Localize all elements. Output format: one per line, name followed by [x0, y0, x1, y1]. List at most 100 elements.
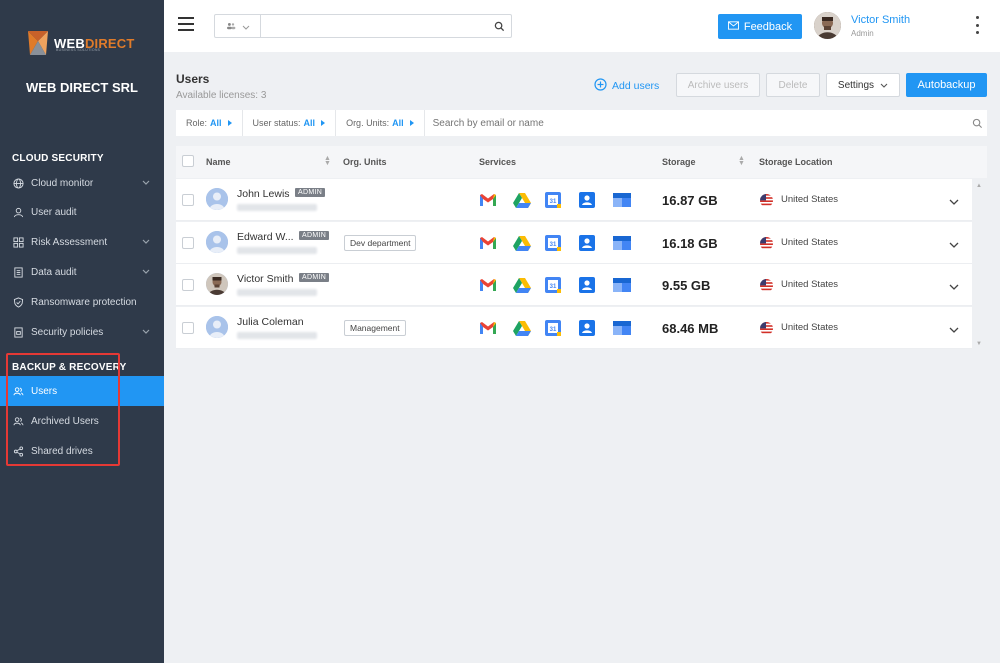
column-storage[interactable]: Storage: [662, 157, 696, 167]
archive-users-button[interactable]: Archive users: [676, 73, 760, 97]
feedback-label: Feedback: [743, 20, 793, 33]
status-filter-value: All: [303, 118, 316, 128]
highlight-box: [6, 353, 120, 466]
svg-text:31: 31: [550, 327, 557, 333]
settings-button[interactable]: Settings: [826, 73, 900, 97]
page-title: Users: [176, 72, 210, 86]
chevron-down-icon: [142, 267, 150, 278]
storage-location: United States: [781, 322, 839, 333]
sidebar-item-label: Risk Assessment: [31, 236, 108, 248]
expand-row-chevron-icon[interactable]: [949, 278, 959, 296]
svg-text:31: 31: [550, 199, 557, 205]
sidebar-item-label: User audit: [31, 206, 77, 218]
user-name[interactable]: John Lewis: [237, 188, 290, 200]
user-name[interactable]: Victor Smith: [237, 273, 293, 285]
policy-icon: [12, 326, 24, 338]
gmail-icon: [479, 235, 497, 251]
global-search-input[interactable]: [261, 15, 487, 37]
company-name: WEB DIRECT SRL: [26, 80, 138, 95]
hamburger-menu-icon[interactable]: [178, 17, 194, 31]
user-status-filter[interactable]: User status: All: [243, 110, 337, 136]
search-icon[interactable]: [487, 15, 511, 37]
drive-icon: [513, 192, 531, 208]
topbar: Feedback Victor Smith Admin: [164, 0, 1000, 52]
column-services: Services: [479, 157, 517, 167]
row-checkbox[interactable]: [182, 279, 194, 291]
sidebar-item-user-audit[interactable]: User audit: [0, 197, 164, 227]
caret-right-icon: [227, 120, 232, 126]
storage-size: 16.87 GB: [662, 193, 718, 208]
table-header: Name ▲ ▼ Org. Units Services Storage ▲ ▼ S…: [176, 146, 987, 178]
user-email-redacted: [237, 289, 317, 296]
logo-mark-icon: [26, 29, 50, 57]
add-users-button[interactable]: Add users: [594, 78, 659, 94]
scroll-up-arrow[interactable]: ▲: [976, 183, 982, 189]
sidebar-item-label: Security policies: [31, 326, 104, 338]
table-row[interactable]: Edward W... ADMIN Dev department 31 16.18 GB…: [176, 222, 972, 264]
gmail-icon: [479, 277, 497, 293]
expand-row-chevron-icon[interactable]: [949, 321, 959, 339]
user-search-input[interactable]: [424, 110, 967, 136]
user-name[interactable]: Julia Coleman: [237, 316, 304, 328]
expand-row-chevron-icon[interactable]: [949, 236, 959, 254]
contacts-icon: [579, 235, 597, 251]
org-filter-label: Org. Units:: [346, 118, 390, 128]
admin-badge: ADMIN: [299, 273, 330, 282]
storage-location: United States: [781, 237, 839, 248]
plus-circle-icon: [594, 78, 607, 94]
sites-icon: [613, 320, 631, 336]
org-unit-tag: Management: [344, 320, 406, 336]
avatar: [206, 316, 228, 338]
sidebar-item-cloud-monitor[interactable]: Cloud monitor: [0, 168, 164, 198]
sidebar-item-ransomware-protection[interactable]: Ransomware protection: [0, 287, 164, 317]
shield-icon: [12, 296, 24, 308]
role-filter[interactable]: Role: All: [176, 110, 243, 136]
user-email-redacted: [237, 247, 317, 254]
column-storage-location[interactable]: Storage Location: [759, 157, 833, 167]
sidebar-item-risk-assessment[interactable]: Risk Assessment: [0, 227, 164, 257]
org-unit-tag: Dev department: [344, 235, 417, 251]
sidebar-item-label: Ransomware protection: [31, 296, 137, 308]
sort-icon[interactable]: ▲ ▼: [738, 155, 745, 167]
role-filter-label: Role:: [186, 118, 208, 128]
brand-logo[interactable]: WEBDIRECT BUSINESS SOLUTIONS: [26, 26, 141, 60]
sidebar-item-label: Cloud monitor: [31, 177, 94, 189]
column-org-units[interactable]: Org. Units: [343, 157, 387, 167]
sidebar-item-security-policies[interactable]: Security policies: [0, 317, 164, 347]
row-checkbox[interactable]: [182, 194, 194, 206]
chevron-down-icon: [142, 237, 150, 248]
settings-label: Settings: [837, 79, 875, 91]
sidebar-item-data-audit[interactable]: Data audit: [0, 257, 164, 287]
row-checkbox[interactable]: [182, 322, 194, 334]
more-options-icon[interactable]: [974, 16, 980, 34]
search-icon[interactable]: [967, 118, 987, 129]
chevron-down-icon: [880, 80, 888, 91]
expand-row-chevron-icon[interactable]: [949, 193, 959, 211]
svg-text:31: 31: [550, 242, 557, 248]
table-row[interactable]: Julia Coleman Management 31 68.46 MB United …: [176, 307, 972, 349]
delete-button[interactable]: Delete: [766, 73, 820, 97]
table-row[interactable]: Victor Smith ADMIN 31 9.55 GB United States: [176, 264, 972, 306]
user-name[interactable]: Edward W...: [237, 231, 294, 243]
select-all-checkbox[interactable]: [182, 155, 194, 167]
grid-icon: [12, 236, 24, 248]
contacts-icon: [579, 320, 597, 336]
document-icon: [12, 266, 24, 278]
sort-icon[interactable]: ▲ ▼: [324, 155, 331, 167]
users-icon: [226, 17, 236, 35]
scroll-down-arrow[interactable]: ▼: [976, 341, 982, 347]
row-checkbox[interactable]: [182, 237, 194, 249]
table-row[interactable]: John Lewis ADMIN 31 16.87 GB United States: [176, 179, 972, 221]
user-avatar[interactable]: [814, 12, 841, 39]
org-units-filter[interactable]: Org. Units: All: [336, 110, 425, 136]
available-licenses: Available licenses: 3: [176, 90, 267, 101]
us-flag-icon: [760, 194, 773, 207]
mail-icon: [727, 20, 739, 33]
feedback-button[interactable]: Feedback: [718, 14, 802, 39]
user-name[interactable]: Victor Smith: [851, 14, 910, 26]
search-type-selector[interactable]: [215, 15, 261, 37]
drive-icon: [513, 277, 531, 293]
autobackup-button[interactable]: Autobackup: [906, 73, 987, 97]
column-name[interactable]: Name: [206, 157, 231, 167]
org-filter-value: All: [392, 118, 404, 128]
